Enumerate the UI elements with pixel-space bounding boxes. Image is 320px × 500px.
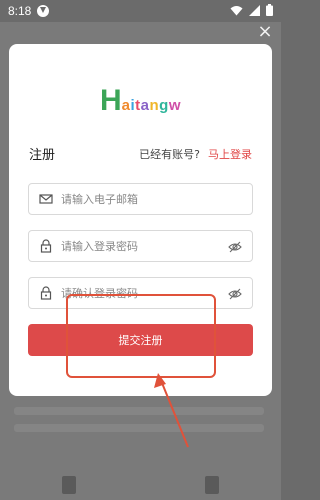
password-field[interactable] [28,230,253,262]
lock-icon [40,286,52,300]
password-input[interactable] [61,239,201,253]
annotation-highlight-box [66,294,216,378]
status-time: 8:18 [8,4,32,18]
eye-off-icon[interactable] [228,240,242,254]
background-tab-icon [205,476,219,494]
background-text [14,424,264,432]
status-bar: 8:18 [0,0,281,22]
login-link[interactable]: 马上登录 [208,148,252,161]
eye-off-icon[interactable] [228,287,242,301]
have-account-text: 已经有账号? [139,148,200,161]
wifi-icon [230,5,243,15]
background-text [14,407,264,415]
logo-text: aitangw [121,97,182,114]
login-prompt: 已经有账号? 马上登录 [139,146,252,162]
background-tab-icon [62,476,76,494]
page-title: 注册 [29,148,56,163]
signal-icon [249,4,260,16]
close-icon[interactable]: × [257,23,273,41]
status-icons [230,4,273,16]
download-icon [37,5,50,17]
app-logo: Haitangw [9,84,272,118]
logo-initial: H [99,84,122,117]
battery-icon [266,4,273,16]
lock-icon [40,239,52,253]
mail-icon [39,194,53,204]
email-input[interactable] [61,192,201,206]
email-field[interactable] [28,183,253,215]
